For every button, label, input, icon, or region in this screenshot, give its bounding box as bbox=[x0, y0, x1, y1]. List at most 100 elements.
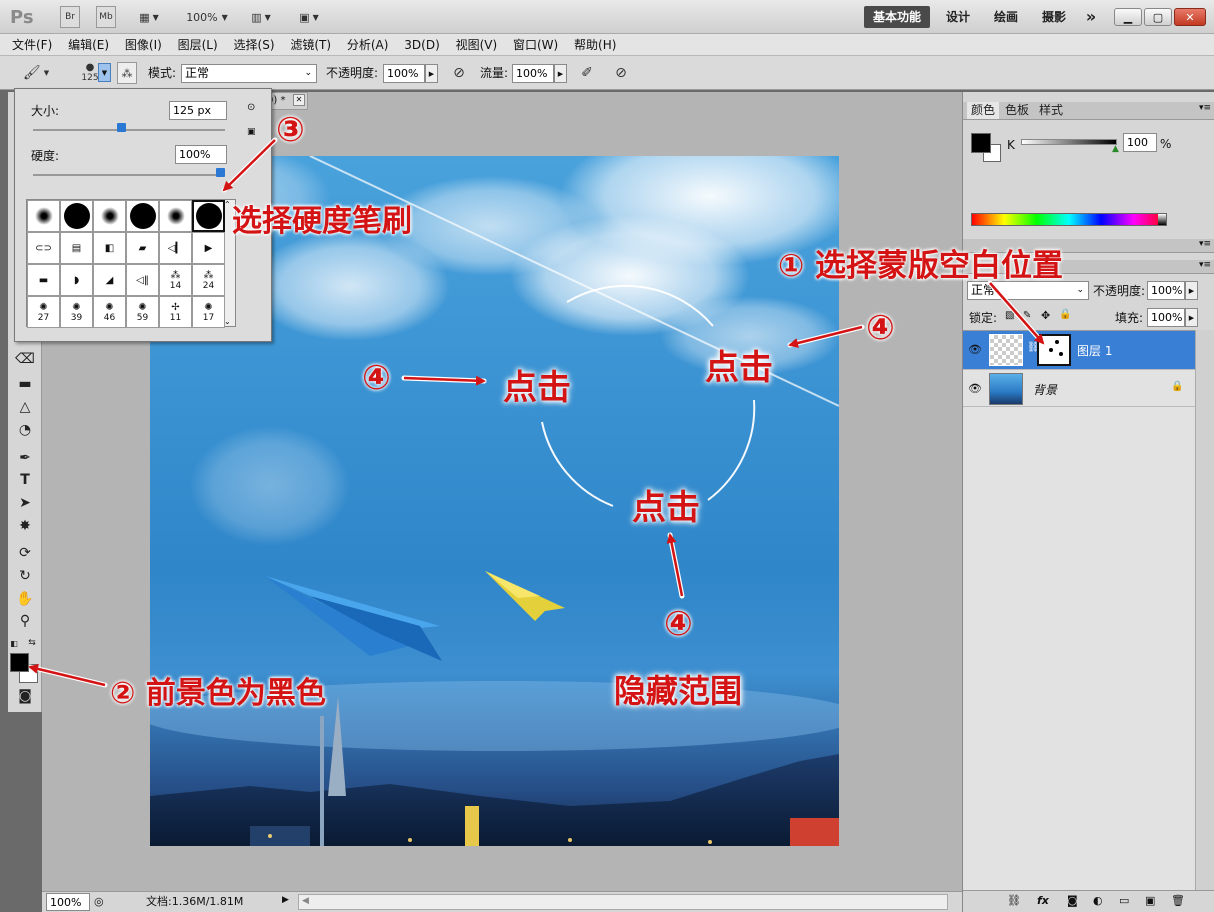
brush-preset-tip[interactable]: ◁▎ bbox=[159, 232, 192, 264]
brush-preset-scatter[interactable]: ✺ 46 bbox=[93, 296, 126, 328]
eraser-tool[interactable]: ⌫ bbox=[14, 349, 36, 369]
lock-position-icon[interactable]: ✥ bbox=[1041, 309, 1050, 322]
panel-menu-icon[interactable]: ▾≡ bbox=[1199, 260, 1211, 270]
brush-preset-scatter[interactable]: ✢ 11 bbox=[159, 296, 192, 328]
close-icon[interactable]: ✕ bbox=[293, 94, 305, 106]
more-workspaces-button[interactable]: » bbox=[1080, 6, 1102, 28]
brush-preset-tip[interactable]: ◗ bbox=[60, 264, 93, 296]
brush-size-slider-thumb[interactable] bbox=[117, 123, 127, 132]
brush-preset-tip[interactable]: ▤ bbox=[60, 232, 93, 264]
opacity-input[interactable]: 100% bbox=[383, 64, 425, 83]
visibility-eye-icon[interactable]: 👁 bbox=[968, 382, 982, 395]
brush-preset-soft-medium[interactable] bbox=[93, 200, 126, 232]
add-mask-icon[interactable]: ◙ bbox=[1067, 894, 1078, 907]
workspace-photography-button[interactable]: 摄影 bbox=[1034, 6, 1074, 28]
layer-row-layer1[interactable]: 👁 ⛓ 图层 1 bbox=[963, 331, 1195, 369]
slider-thumb-icon[interactable]: ▲ bbox=[1112, 144, 1119, 154]
menu-filter[interactable]: 滤镜(T) bbox=[284, 34, 337, 56]
fill-slider-toggle[interactable]: ▶ bbox=[1185, 308, 1198, 327]
adjustment-layer-icon[interactable]: ◐ bbox=[1093, 894, 1103, 907]
3d-rotate-tool[interactable]: ⟳ bbox=[14, 543, 36, 563]
brush-preset-hard-large[interactable] bbox=[60, 200, 93, 232]
new-layer-icon[interactable]: ▣ bbox=[1145, 894, 1155, 907]
layer-opacity-slider-toggle[interactable]: ▶ bbox=[1185, 281, 1198, 300]
foreground-color-swatch[interactable] bbox=[10, 653, 29, 672]
screen-mode-button[interactable]: ▣ ▼ bbox=[292, 6, 326, 28]
minimize-button[interactable]: ▁ bbox=[1114, 8, 1142, 26]
default-colors-button[interactable]: ◧ bbox=[8, 633, 20, 653]
lock-image-icon[interactable]: ✎ bbox=[1023, 310, 1031, 321]
quick-mask-button[interactable]: ◙ bbox=[14, 686, 36, 706]
brush-preset-tip[interactable]: ▶ bbox=[192, 232, 225, 264]
brush-size-slider-track[interactable] bbox=[33, 123, 225, 132]
tool-preset-picker[interactable]: 🖌 ▼ bbox=[16, 62, 56, 84]
brush-preset-soft-large[interactable] bbox=[159, 200, 192, 232]
layers-scrollbar[interactable] bbox=[1195, 330, 1214, 890]
lock-all-icon[interactable]: 🔒 bbox=[1059, 309, 1071, 320]
mini-bridge-button[interactable]: Mb bbox=[96, 6, 116, 28]
tab-color[interactable]: 颜色 bbox=[967, 102, 1000, 119]
arrange-documents-button[interactable]: ▥ ▼ bbox=[244, 6, 278, 28]
blend-mode-select[interactable]: 正常 ⌄ bbox=[181, 64, 317, 83]
popup-menu-icon[interactable]: ⊙ bbox=[247, 102, 255, 113]
pressure-opacity-button[interactable]: ⊘ bbox=[448, 62, 470, 84]
menu-image[interactable]: 图像(I) bbox=[119, 34, 168, 56]
workspace-design-button[interactable]: 设计 bbox=[938, 6, 978, 28]
brush-preset-tip[interactable]: ◢ bbox=[93, 264, 126, 296]
fx-icon[interactable]: fx bbox=[1037, 894, 1049, 907]
brush-preset-hard-xlarge[interactable] bbox=[126, 200, 159, 232]
menu-analysis[interactable]: 分析(A) bbox=[341, 34, 395, 56]
color-fg-swatch[interactable] bbox=[971, 133, 991, 153]
dodge-tool[interactable]: ◔ bbox=[14, 420, 36, 440]
brush-preset-scatter[interactable]: ✺ 17 bbox=[192, 296, 225, 328]
brush-preset-soft-small[interactable] bbox=[27, 200, 60, 232]
status-menu-arrow[interactable]: ▶ bbox=[282, 895, 289, 905]
view-extras-button[interactable]: ▦ ▼ bbox=[132, 6, 166, 28]
3d-orbit-tool[interactable]: ↻ bbox=[14, 566, 36, 586]
new-preset-icon[interactable]: ▣ bbox=[247, 127, 256, 137]
zoom-level-dropdown[interactable]: 100% ▼ bbox=[182, 6, 232, 28]
close-button[interactable]: ✕ bbox=[1174, 8, 1206, 26]
layer-mask-thumbnail[interactable] bbox=[1037, 334, 1071, 366]
brush-hardness-slider-thumb[interactable] bbox=[216, 168, 225, 177]
k-value-input[interactable]: 100 bbox=[1123, 133, 1157, 152]
fill-input[interactable]: 100% bbox=[1147, 308, 1185, 327]
menu-layer[interactable]: 图层(L) bbox=[172, 34, 224, 56]
flow-input[interactable]: 100% bbox=[512, 64, 554, 83]
panel-menu-icon[interactable]: ▾≡ bbox=[1199, 239, 1211, 249]
workspace-painting-button[interactable]: 绘画 bbox=[984, 6, 1028, 28]
gradient-tool[interactable]: ▬ bbox=[14, 374, 36, 394]
path-selection-tool[interactable]: ➤ bbox=[14, 493, 36, 513]
workspace-essentials-button[interactable]: 基本功能 bbox=[864, 6, 930, 28]
brush-preset-tip[interactable]: ◁‖ bbox=[126, 264, 159, 296]
zoom-input[interactable]: 100% bbox=[46, 893, 90, 911]
toggle-brush-panel-button[interactable]: ⁂ bbox=[117, 62, 137, 84]
swap-colors-button[interactable]: ⇆ bbox=[26, 633, 38, 653]
brush-hardness-slider-track[interactable] bbox=[33, 168, 225, 177]
bridge-button[interactable]: Br bbox=[60, 6, 80, 28]
pressure-size-button[interactable]: ⊘ bbox=[610, 62, 632, 84]
brush-hardness-input[interactable]: 100% bbox=[175, 145, 227, 164]
type-tool[interactable]: T bbox=[14, 470, 36, 490]
brush-preset-tip[interactable]: ⊂⊃ bbox=[27, 232, 60, 264]
brush-preset-scatter[interactable]: ✺ 27 bbox=[27, 296, 60, 328]
brush-preset-scatter[interactable]: ✺ 59 bbox=[126, 296, 159, 328]
layer-opacity-input[interactable]: 100% bbox=[1147, 281, 1185, 300]
brush-picker-dropdown[interactable]: ▼ bbox=[98, 63, 111, 82]
pen-tool[interactable]: ✒ bbox=[14, 448, 36, 468]
link-layers-icon[interactable]: ⛓ bbox=[1007, 894, 1021, 907]
airbrush-button[interactable]: ✐ bbox=[576, 62, 598, 84]
layer-row-background[interactable]: 👁 背景 🔒 bbox=[963, 369, 1195, 407]
color-ramp[interactable] bbox=[971, 213, 1167, 226]
status-indicator-icon[interactable]: ◎ bbox=[94, 895, 104, 908]
menu-select[interactable]: 选择(S) bbox=[228, 34, 281, 56]
menu-edit[interactable]: 编辑(E) bbox=[62, 34, 115, 56]
brush-preset-scatter[interactable]: ✺ 39 bbox=[60, 296, 93, 328]
new-group-icon[interactable]: ▭ bbox=[1119, 894, 1129, 907]
menu-window[interactable]: 窗口(W) bbox=[507, 34, 564, 56]
brush-preset-hard-selected[interactable] bbox=[192, 200, 225, 232]
brush-preset-tip[interactable]: ◧ bbox=[93, 232, 126, 264]
panel-menu-icon[interactable]: ▾≡ bbox=[1199, 103, 1211, 113]
menu-file[interactable]: 文件(F) bbox=[6, 34, 58, 56]
menu-3d[interactable]: 3D(D) bbox=[398, 34, 445, 56]
